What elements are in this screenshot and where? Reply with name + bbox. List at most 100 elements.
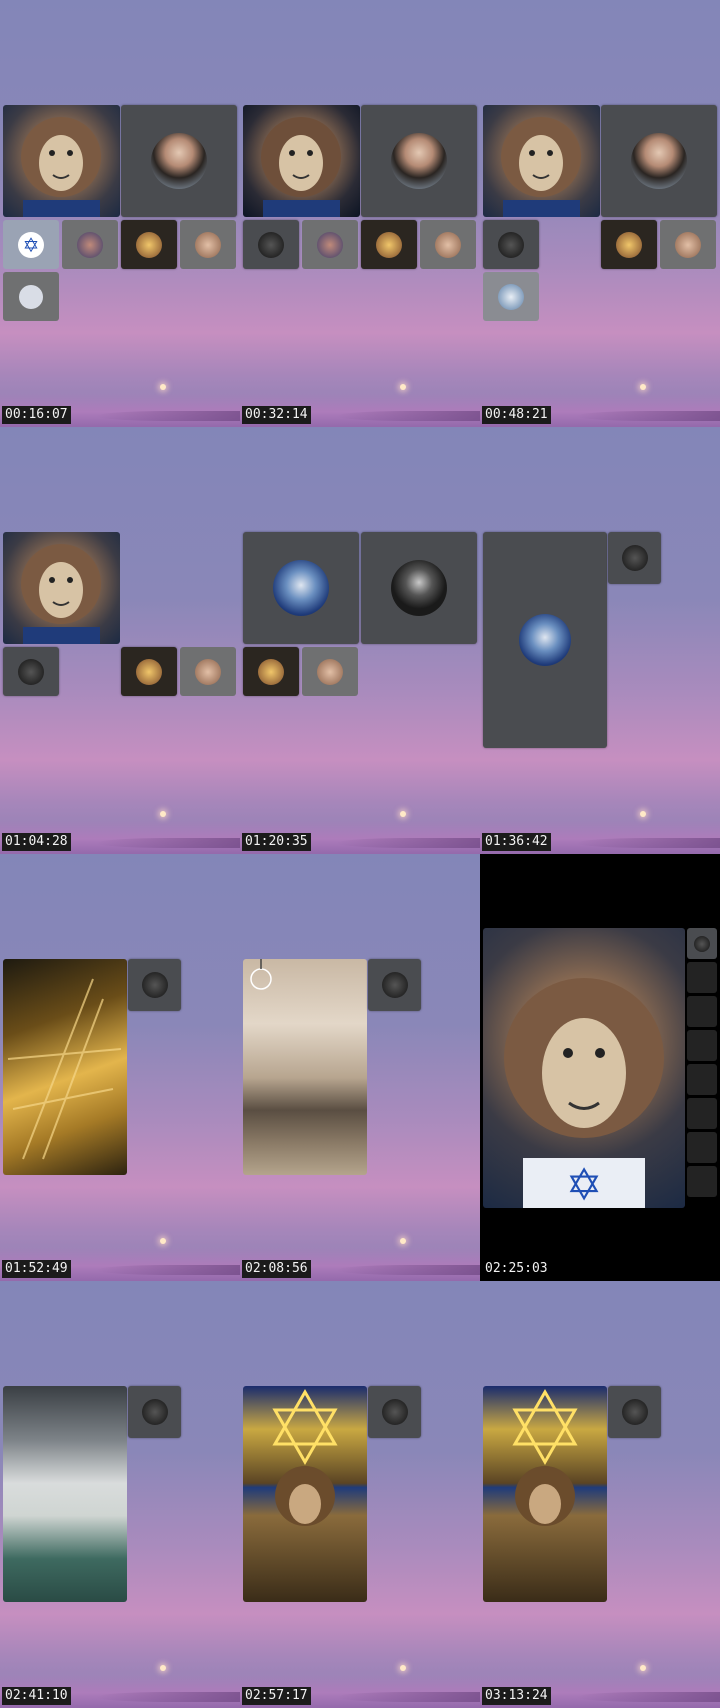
chandelier-icon <box>250 959 272 990</box>
person-avatar-icon <box>381 972 408 998</box>
participant-tile[interactable] <box>483 220 539 269</box>
participant-tile[interactable] <box>368 1386 421 1438</box>
participant-tile-large[interactable] <box>361 105 477 217</box>
person-avatar-icon <box>77 231 103 258</box>
participant-tile[interactable]: ✡ <box>3 220 59 269</box>
person-avatar-icon <box>435 231 461 258</box>
person-avatar-icon <box>141 1399 168 1425</box>
participant-tile[interactable] <box>128 1386 181 1438</box>
sidebar-thumb[interactable] <box>687 996 717 1027</box>
participant-tile[interactable] <box>243 647 299 696</box>
participant-tile[interactable] <box>121 647 177 696</box>
lion-video-tile[interactable] <box>243 105 360 217</box>
person-avatar-icon <box>136 231 162 258</box>
participant-tile[interactable] <box>128 959 181 1011</box>
sun-glow <box>640 384 646 390</box>
lion-video-tile-large[interactable]: ✡ <box>483 928 685 1208</box>
participant-tile[interactable] <box>483 272 539 321</box>
frame-5: 01:20:35 <box>240 427 480 854</box>
participant-tile[interactable] <box>601 220 657 269</box>
sun-glow <box>160 1238 166 1244</box>
participant-tile[interactable] <box>361 220 417 269</box>
person-avatar-icon <box>317 658 343 685</box>
sidebar-thumb[interactable] <box>687 1098 717 1129</box>
sun-glow <box>640 811 646 817</box>
sidebar-thumb[interactable] <box>687 1166 717 1197</box>
sun-glow <box>400 384 406 390</box>
lion-avatar-icon <box>21 117 101 217</box>
lion-video-tile[interactable] <box>483 105 600 217</box>
lion-video-tile[interactable] <box>3 105 120 217</box>
golden-lion-video-tile[interactable] <box>483 1386 607 1602</box>
waterfall-video-tile[interactable] <box>3 1386 127 1602</box>
participant-tile[interactable] <box>420 220 476 269</box>
frame-1: ✡ 00:16:07 <box>0 0 240 427</box>
timestamp: 01:52:49 <box>2 1260 71 1278</box>
sun-glow <box>400 1238 406 1244</box>
person-avatar-icon <box>616 231 642 258</box>
participant-tile[interactable] <box>660 220 716 269</box>
frame-8: 02:08:56 <box>240 854 480 1281</box>
frame-9: ✡ 02:25:03 <box>480 854 720 1281</box>
sun-glow <box>160 384 166 390</box>
sun-glow <box>640 1665 646 1671</box>
tower-lattice-decoration <box>7 978 122 1160</box>
participant-tile-tall[interactable] <box>483 532 607 748</box>
person-avatar-icon <box>195 658 221 685</box>
sidebar-thumb[interactable] <box>687 1064 717 1095</box>
participant-tile-large[interactable] <box>601 105 717 217</box>
person-avatar-icon <box>376 231 402 258</box>
frame-6: 01:36:42 <box>480 427 720 854</box>
lion-avatar-icon: ✡ <box>504 978 664 1208</box>
participant-tile[interactable] <box>3 647 59 696</box>
participant-tile[interactable] <box>368 959 421 1011</box>
golden-lion-video-tile[interactable] <box>243 1386 367 1602</box>
lion-avatar-icon <box>273 560 329 616</box>
participant-tile[interactable] <box>62 220 118 269</box>
timestamp: 00:32:14 <box>242 406 311 424</box>
person-avatar-icon <box>621 545 648 571</box>
lion-avatar-icon <box>519 614 571 666</box>
frame-7: 01:52:49 <box>0 854 240 1281</box>
star-of-david-icon <box>272 1388 338 1526</box>
participant-tile[interactable] <box>180 647 236 696</box>
eiffel-tower-video-tile[interactable] <box>3 959 127 1175</box>
timestamp: 01:36:42 <box>482 833 551 851</box>
sun-glow <box>160 811 166 817</box>
svg-text:✡: ✡ <box>566 1160 603 1208</box>
frame-11: 02:57:17 <box>240 1281 480 1708</box>
participant-tile[interactable] <box>608 1386 661 1438</box>
woman-avatar-icon <box>391 133 447 189</box>
person-avatar-icon <box>694 935 710 952</box>
participant-tile[interactable] <box>3 272 59 321</box>
sun-glow <box>400 811 406 817</box>
sidebar-thumb[interactable] <box>687 962 717 993</box>
person-avatar-icon <box>317 231 343 258</box>
person-avatar-icon <box>391 560 447 616</box>
participant-tile-large[interactable] <box>121 105 237 217</box>
lion-avatar-icon <box>501 117 581 217</box>
participant-tile[interactable] <box>121 220 177 269</box>
participant-tile[interactable] <box>180 220 236 269</box>
participant-tile[interactable] <box>608 532 661 584</box>
star-of-david-icon <box>512 1388 578 1526</box>
person-avatar-icon <box>498 283 524 310</box>
sidebar-thumb[interactable] <box>687 1132 717 1163</box>
lion-video-tile[interactable] <box>3 532 120 644</box>
timestamp: 02:41:10 <box>2 1687 71 1705</box>
participant-tile[interactable] <box>302 647 358 696</box>
timestamp: 02:25:03 <box>485 1261 548 1276</box>
timestamp: 02:08:56 <box>242 1260 311 1278</box>
sidebar-thumb[interactable] <box>687 1030 717 1061</box>
frame-3: 00:48:21 <box>480 0 720 427</box>
sidebar-participant-thumb[interactable] <box>687 928 717 959</box>
stone-room-video-tile[interactable] <box>243 959 367 1175</box>
participant-tile[interactable] <box>302 220 358 269</box>
person-avatar-icon <box>141 972 168 998</box>
participant-tile-large[interactable] <box>243 532 359 644</box>
sun-glow <box>160 1665 166 1671</box>
participant-tile[interactable] <box>243 220 299 269</box>
timestamp: 00:16:07 <box>2 406 71 424</box>
participant-tile-large[interactable] <box>361 532 477 644</box>
frame-12: 03:13:24 <box>480 1281 720 1708</box>
